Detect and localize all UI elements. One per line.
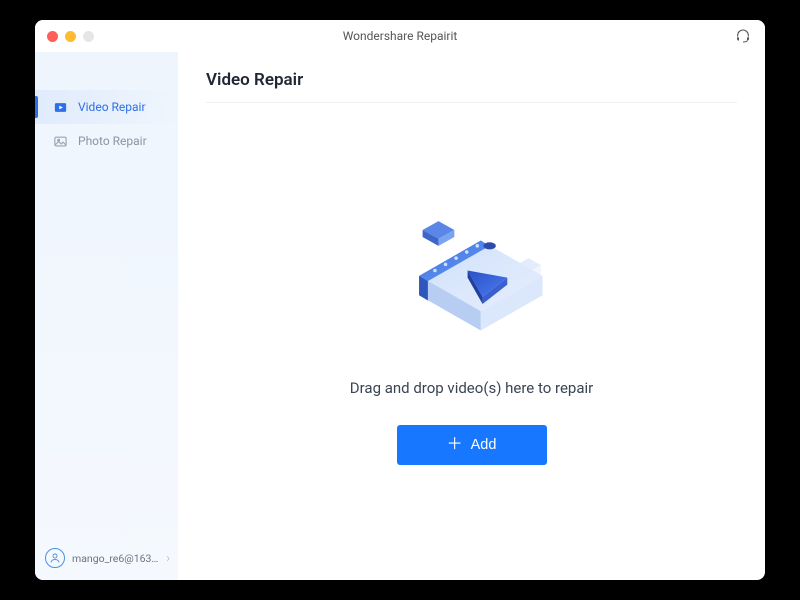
window-title: Wondershare Repairit bbox=[35, 29, 765, 43]
traffic-lights bbox=[47, 31, 94, 42]
dropzone[interactable]: Drag and drop video(s) here to repair ＋ … bbox=[206, 111, 737, 560]
divider bbox=[206, 102, 737, 103]
video-icon bbox=[53, 100, 68, 115]
sidebar-item-label: Photo Repair bbox=[78, 134, 147, 148]
app-window: Wondershare Repairit Video Repair bbox=[35, 20, 765, 580]
close-window-button[interactable] bbox=[47, 31, 58, 42]
video-illustration bbox=[382, 207, 562, 357]
chevron-right-icon: › bbox=[166, 551, 170, 565]
window-body: Video Repair Photo Repair bbox=[35, 52, 765, 580]
account-name: mango_re6@163.... bbox=[72, 552, 159, 565]
plus-icon: ＋ bbox=[447, 437, 463, 453]
titlebar: Wondershare Repairit bbox=[35, 20, 765, 52]
minimize-window-button[interactable] bbox=[65, 31, 76, 42]
photo-icon bbox=[53, 134, 68, 149]
sidebar-item-video-repair[interactable]: Video Repair bbox=[35, 90, 178, 124]
avatar bbox=[45, 548, 65, 568]
maximize-window-button[interactable] bbox=[83, 31, 94, 42]
sidebar: Video Repair Photo Repair bbox=[35, 52, 178, 580]
sidebar-item-photo-repair[interactable]: Photo Repair bbox=[35, 124, 178, 158]
sidebar-item-label: Video Repair bbox=[78, 100, 146, 114]
page-title: Video Repair bbox=[206, 70, 737, 102]
main-panel: Video Repair bbox=[178, 52, 765, 580]
drop-hint-text: Drag and drop video(s) here to repair bbox=[350, 379, 593, 397]
add-button[interactable]: ＋ Add bbox=[397, 425, 547, 465]
add-button-label: Add bbox=[471, 437, 497, 453]
support-icon[interactable] bbox=[735, 28, 751, 44]
account-bar[interactable]: mango_re6@163.... › bbox=[45, 548, 170, 568]
